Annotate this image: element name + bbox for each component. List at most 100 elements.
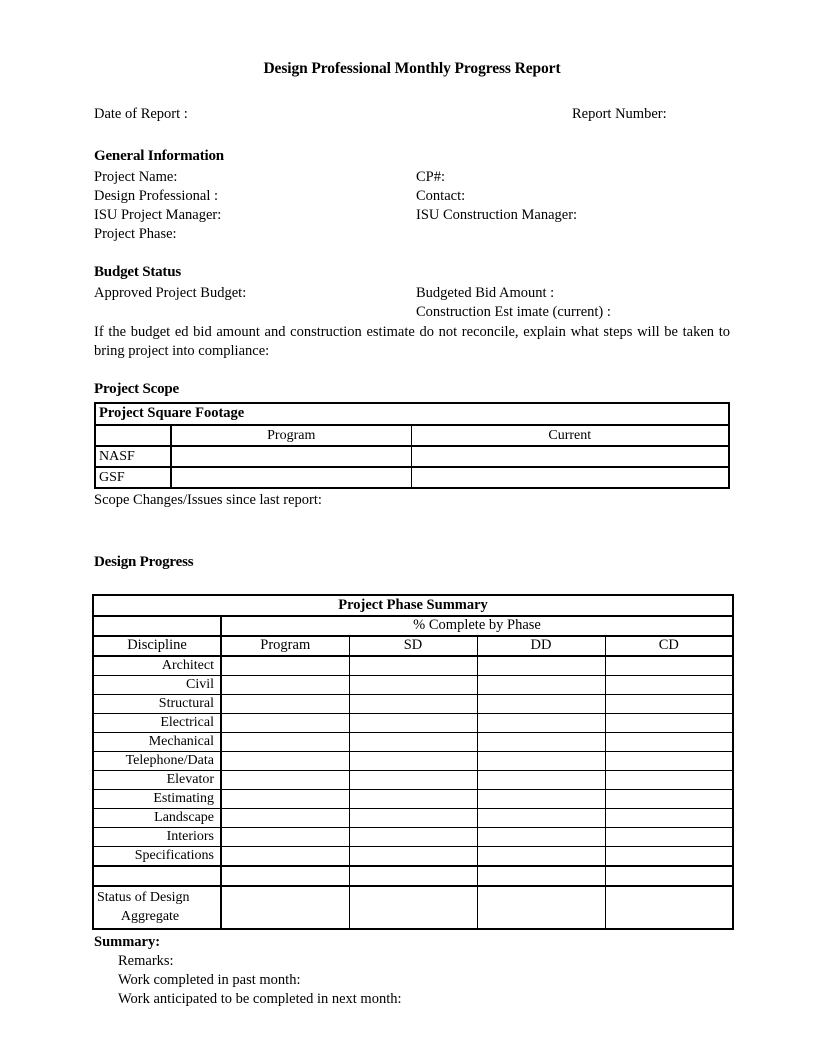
column-header-cd: CD xyxy=(604,634,734,657)
cell-interiors-sd[interactable] xyxy=(348,826,478,847)
cell-landscape-cd[interactable] xyxy=(604,807,734,828)
row-label-structural: Structural xyxy=(92,693,222,714)
table-row: Estimating xyxy=(92,788,734,809)
cell-interiors-dd[interactable] xyxy=(476,826,606,847)
cell-status-program[interactable] xyxy=(220,885,350,930)
cell-nasf-program[interactable] xyxy=(170,444,412,468)
cell-architect-cd[interactable] xyxy=(604,655,734,676)
cell-structural-program[interactable] xyxy=(220,693,350,714)
cell-elevator-cd[interactable] xyxy=(604,769,734,790)
cell-interiors-program[interactable] xyxy=(220,826,350,847)
cell-civil-sd[interactable] xyxy=(348,674,478,695)
cell-telephone-data-sd[interactable] xyxy=(348,750,478,771)
section-heading-budget-status: Budget Status xyxy=(94,263,182,280)
cell-electrical-cd[interactable] xyxy=(604,712,734,733)
cell-landscape-sd[interactable] xyxy=(348,807,478,828)
cell-structural-sd[interactable] xyxy=(348,693,478,714)
cell-telephone-data-program[interactable] xyxy=(220,750,350,771)
cell-mechanical-cd[interactable] xyxy=(604,731,734,752)
budget-status-row: Construction Est imate (current) : xyxy=(94,303,730,322)
field-value-empty xyxy=(416,225,730,244)
cell-status-cd[interactable] xyxy=(604,885,734,930)
cell-mechanical-sd[interactable] xyxy=(348,731,478,752)
cell-structural-dd[interactable] xyxy=(476,693,606,714)
cell-architect-dd[interactable] xyxy=(476,655,606,676)
field-label-empty xyxy=(94,303,416,322)
table-header-row: Discipline Program SD DD CD xyxy=(92,634,734,657)
row-label-specifications: Specifications xyxy=(92,845,222,867)
cell-estimating-program[interactable] xyxy=(220,788,350,809)
field-label-design-professional: Design Professional : xyxy=(94,187,219,204)
cell-specifications-dd[interactable] xyxy=(476,845,606,867)
table-row: GSF xyxy=(94,465,730,489)
cell-civil-cd[interactable] xyxy=(604,674,734,695)
group-header-percent-complete-by-phase: % Complete by Phase xyxy=(220,615,734,637)
table-row: Architect xyxy=(92,655,734,676)
cell-telephone-data-dd[interactable] xyxy=(476,750,606,771)
cell-estimating-cd[interactable] xyxy=(604,788,734,809)
cell-specifications-sd[interactable] xyxy=(348,845,478,867)
cell-landscape-program[interactable] xyxy=(220,807,350,828)
spacer-cell-cd[interactable] xyxy=(604,864,734,887)
cell-architect-program[interactable] xyxy=(220,655,350,676)
table-header-row: Program Current xyxy=(94,424,730,447)
table-row: NASF xyxy=(94,444,730,468)
cell-gsf-current[interactable] xyxy=(410,465,730,489)
table-group-header-row: % Complete by Phase xyxy=(92,615,734,637)
field-label-cp-number: CP#: xyxy=(416,168,446,185)
spacer-cell-program[interactable] xyxy=(220,864,350,887)
cell-landscape-dd[interactable] xyxy=(476,807,606,828)
column-header-program: Program xyxy=(170,424,412,447)
row-label-architect: Architect xyxy=(92,655,222,676)
cell-electrical-sd[interactable] xyxy=(348,712,478,733)
cell-elevator-sd[interactable] xyxy=(348,769,478,790)
cell-architect-sd[interactable] xyxy=(348,655,478,676)
scope-changes-label: Scope Changes/Issues since last report: xyxy=(94,491,322,508)
cell-specifications-program[interactable] xyxy=(220,845,350,867)
table-row: Elevator xyxy=(92,769,734,790)
cell-elevator-dd[interactable] xyxy=(476,769,606,790)
general-info-row: ISU Project Manager: ISU Construction Ma… xyxy=(94,206,730,225)
table-row: Structural xyxy=(92,693,734,714)
cell-mechanical-program[interactable] xyxy=(220,731,350,752)
cell-civil-program[interactable] xyxy=(220,674,350,695)
table-spacer-row xyxy=(92,864,734,887)
project-square-footage-table: Project Square Footage Program Current N… xyxy=(94,401,730,489)
summary-heading: Summary: xyxy=(94,933,161,950)
cell-elevator-program[interactable] xyxy=(220,769,350,790)
cell-specifications-cd[interactable] xyxy=(604,845,734,867)
project-phase-summary-table: Project Phase Summary % Complete by Phas… xyxy=(92,593,735,930)
cell-nasf-current[interactable] xyxy=(410,444,730,468)
cell-structural-cd[interactable] xyxy=(604,693,734,714)
cell-telephone-data-cd[interactable] xyxy=(604,750,734,771)
cell-estimating-dd[interactable] xyxy=(476,788,606,809)
cell-status-dd[interactable] xyxy=(476,885,606,930)
field-label-approved-project-budget: Approved Project Budget: xyxy=(94,284,247,301)
cell-estimating-sd[interactable] xyxy=(348,788,478,809)
column-header-sd: SD xyxy=(348,634,478,657)
cell-electrical-program[interactable] xyxy=(220,712,350,733)
field-label-project-phase: Project Phase: xyxy=(94,225,177,242)
cell-interiors-cd[interactable] xyxy=(604,826,734,847)
spacer-cell-sd[interactable] xyxy=(348,864,478,887)
table-row: Landscape xyxy=(92,807,734,828)
page-title: Design Professional Monthly Progress Rep… xyxy=(263,60,561,77)
budget-reconcile-note: If the budget ed bid amount and construc… xyxy=(94,323,730,359)
group-header-blank xyxy=(92,615,222,637)
field-label-budgeted-bid-amount: Budgeted Bid Amount : xyxy=(416,284,555,301)
cell-civil-dd[interactable] xyxy=(476,674,606,695)
table-row-status-of-design: Status of Design Aggregate xyxy=(92,885,734,930)
row-label-interiors: Interiors xyxy=(92,826,222,847)
cell-mechanical-dd[interactable] xyxy=(476,731,606,752)
column-header-program: Program xyxy=(220,634,350,657)
cell-electrical-dd[interactable] xyxy=(476,712,606,733)
field-label-project-name: Project Name: xyxy=(94,168,178,185)
row-label-mechanical: Mechanical xyxy=(92,731,222,752)
field-label-contact: Contact: xyxy=(416,187,466,204)
cell-gsf-program[interactable] xyxy=(170,465,412,489)
section-heading-general-information: General Information xyxy=(94,147,224,164)
cell-status-sd[interactable] xyxy=(348,885,478,930)
general-info-row: Project Name: CP#: xyxy=(94,168,730,187)
budget-status-row: Approved Project Budget: Budgeted Bid Am… xyxy=(94,284,730,303)
spacer-cell-dd[interactable] xyxy=(476,864,606,887)
